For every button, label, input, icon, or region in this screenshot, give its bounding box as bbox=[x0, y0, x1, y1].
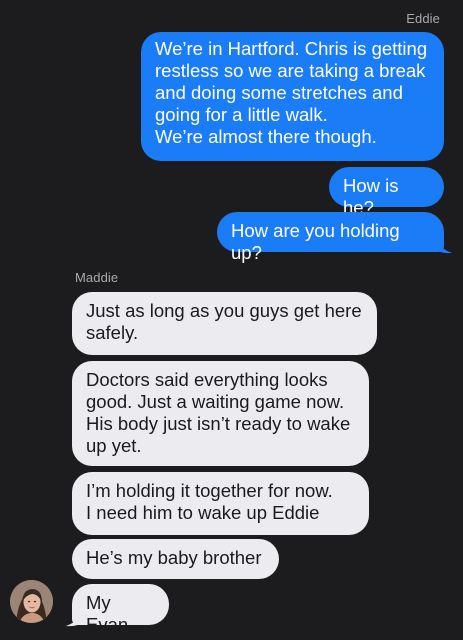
message-bubble-incoming[interactable]: He’s my baby brother bbox=[72, 539, 279, 579]
sender-name-maddie: Maddie bbox=[75, 270, 119, 285]
bubble-tail-outgoing bbox=[434, 236, 452, 254]
avatar-photo-icon bbox=[10, 580, 53, 623]
sender-name-eddie: Eddie bbox=[406, 11, 440, 26]
message-bubble-incoming[interactable]: My Evan bbox=[72, 584, 169, 635]
bubble-tail-incoming bbox=[66, 609, 84, 627]
message-bubble-outgoing[interactable]: How is he? bbox=[329, 167, 444, 218]
message-bubble-incoming[interactable]: I’m holding it together for now. I need … bbox=[72, 472, 369, 535]
message-bubble-outgoing[interactable]: We’re in Hartford. Chris is getting rest… bbox=[141, 32, 444, 161]
message-bubble-outgoing[interactable]: How are you holding up? bbox=[217, 212, 444, 263]
message-thread: Eddie We’re in Hartford. Chris is gettin… bbox=[0, 0, 463, 640]
message-bubble-incoming[interactable]: Doctors said everything looks good. Just… bbox=[72, 361, 369, 466]
contact-avatar[interactable] bbox=[10, 580, 53, 623]
message-bubble-incoming[interactable]: Just as long as you guys get here safely… bbox=[72, 292, 377, 355]
